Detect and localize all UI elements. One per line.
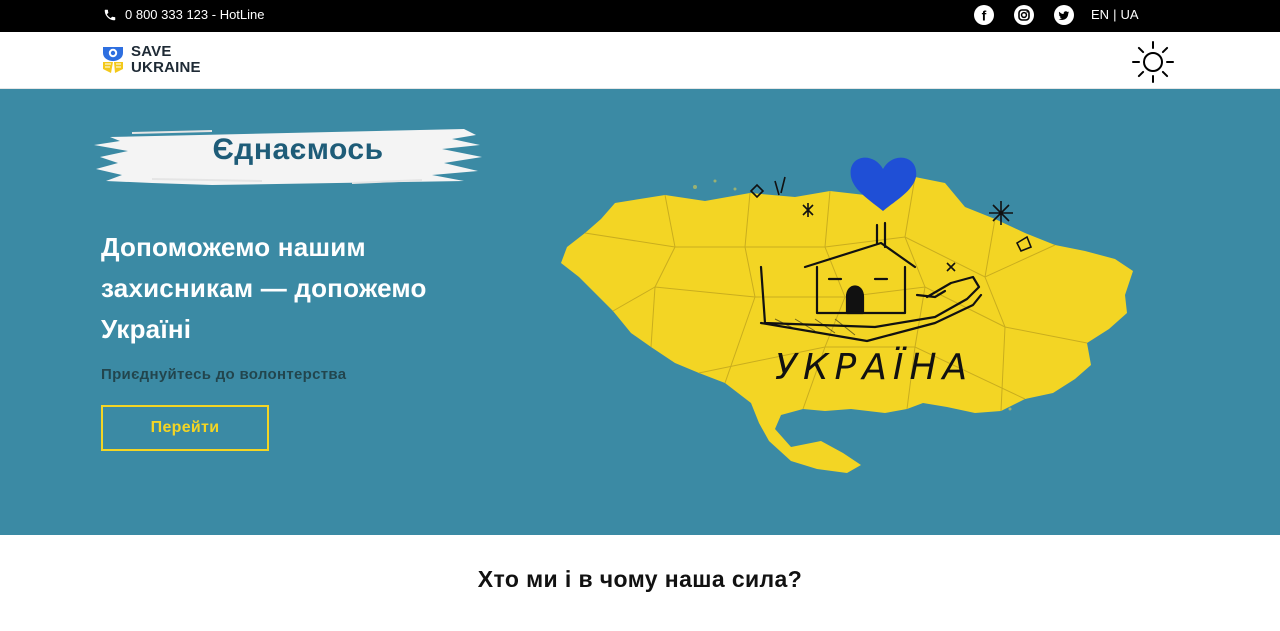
- svg-text:f: f: [982, 8, 987, 24]
- map-label: УКРАЇНА: [775, 346, 973, 388]
- logo-line2: UKRAINE: [131, 59, 201, 76]
- section-title: Хто ми і в чому наша сила?: [477, 566, 803, 592]
- social-links: f: [974, 5, 1074, 25]
- phone-icon: [104, 9, 116, 20]
- theme-toggle-button[interactable]: [1130, 39, 1176, 85]
- hotline[interactable]: 0 800 333 123 - HotLine: [103, 7, 265, 22]
- hero-tag: Єднаємось: [212, 133, 384, 166]
- logo-text: SAVE UKRAINE: [131, 44, 201, 76]
- ukraine-map-illustration: УКРАЇНА: [561, 157, 1133, 473]
- facebook-icon[interactable]: f: [974, 5, 994, 25]
- twitter-icon[interactable]: [1054, 5, 1074, 25]
- top-bar: 0 800 333 123 - HotLine f EN | UA: [0, 0, 1280, 32]
- lang-en[interactable]: EN: [1091, 7, 1109, 22]
- hero-subtitle: Приєднуйтесь до волонтерства: [101, 366, 347, 383]
- lang-separator: |: [1113, 7, 1117, 22]
- logo[interactable]: SAVE UKRAINE: [101, 43, 201, 77]
- lang-ua[interactable]: UA: [1120, 7, 1138, 22]
- shield-eye-icon: [103, 47, 123, 73]
- logo-line1: SAVE: [131, 43, 172, 60]
- cta-button[interactable]: Перейти: [101, 405, 269, 451]
- instagram-icon[interactable]: [1014, 5, 1034, 25]
- site-header: SAVE UKRAINE: [0, 32, 1280, 89]
- language-switcher: EN | UA: [1091, 7, 1139, 22]
- hotline-text: 0 800 333 123 - HotLine: [125, 7, 265, 22]
- hero-section: Єднаємось Допоможемо нашим захисникам — …: [0, 89, 1280, 535]
- sun-icon: [1132, 41, 1174, 83]
- hero-title: Допоможемо нашим захисникам — допожемо У…: [101, 232, 427, 344]
